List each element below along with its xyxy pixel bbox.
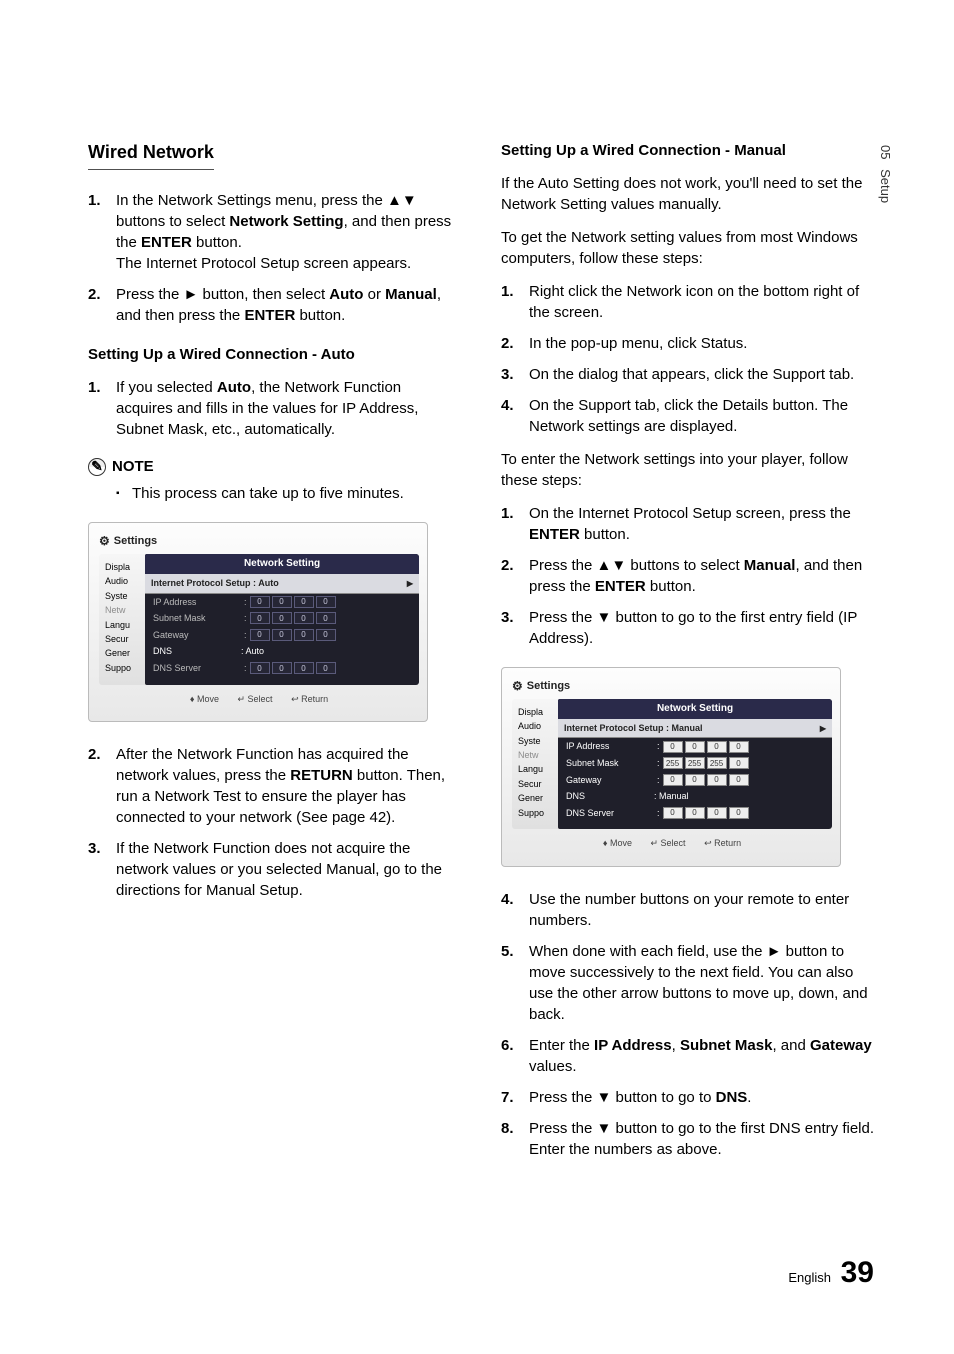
paragraph: To enter the Network settings into your …	[501, 449, 874, 491]
settings-window-auto: ⚙ Settings Displa Audio Syste Netw Langu…	[88, 522, 428, 722]
gear-icon: ⚙	[512, 678, 523, 695]
list-item: 7.Press the ▼ button to go to DNS.	[501, 1087, 874, 1108]
settings-window-manual: ⚙ Settings Displa Audio Syste Netw Langu…	[501, 667, 841, 867]
return-hint: ↩ Return	[291, 694, 328, 704]
note-text: This process can take up to five minutes…	[132, 483, 404, 504]
return-hint: ↩ Return	[704, 838, 741, 848]
gateway-row: Gateway: 0000	[558, 772, 832, 789]
list-item: 3.On the dialog that appears, click the …	[501, 364, 874, 385]
section-number: 05	[878, 145, 893, 159]
settings-panel: Network Setting Internet Protocol Setup …	[145, 554, 419, 685]
list-item: 1. In the Network Settings menu, press t…	[88, 190, 461, 274]
panel-footer: ♦ Move ↵ Select ↩ Return	[512, 829, 832, 850]
step-text: In the Network Settings menu, press the …	[116, 190, 461, 274]
section-label: Setup	[878, 169, 893, 203]
list-item: 1.Right click the Network icon on the bo…	[501, 281, 874, 323]
manual-subheading: Setting Up a Wired Connection - Manual	[501, 140, 874, 161]
settings-title: ⚙ Settings	[512, 678, 832, 695]
dns-server-row: DNS Server: 0000	[145, 660, 419, 677]
step-text: Press the ► button, then select Auto or …	[116, 284, 461, 326]
section-tab: 05 Setup	[876, 145, 894, 203]
note-label: NOTE	[112, 456, 154, 477]
note-body: ▪ This process can take up to five minut…	[116, 483, 461, 504]
select-hint: ↵ Select	[237, 694, 272, 704]
step-number: 2.	[88, 284, 116, 326]
move-hint: ♦ Move	[190, 694, 219, 704]
step-number: 1.	[88, 377, 116, 440]
ip-address-row: IP Address: 0000	[558, 738, 832, 755]
step-text: After the Network Function has acquired …	[116, 744, 461, 828]
dns-row: DNS : Manual	[558, 788, 832, 805]
note-heading: ✎ NOTE	[88, 456, 461, 477]
ip-setup-row[interactable]: Internet Protocol Setup : Manual ▶	[558, 719, 832, 739]
list-item: 3.Press the ▼ button to go to the first …	[501, 607, 874, 649]
select-hint: ↵ Select	[650, 838, 685, 848]
list-item: 8.Press the ▼ button to go to the first …	[501, 1118, 874, 1160]
list-item: 3. If the Network Function does not acqu…	[88, 838, 461, 901]
step-text: If you selected Auto, the Network Functi…	[116, 377, 461, 440]
gear-icon: ⚙	[99, 533, 110, 550]
list-item: 4.On the Support tab, click the Details …	[501, 395, 874, 437]
step-number: 2.	[88, 744, 116, 828]
paragraph: To get the Network setting values from m…	[501, 227, 874, 269]
list-item: 5.When done with each field, use the ► b…	[501, 941, 874, 1025]
list-item: 1.On the Internet Protocol Setup screen,…	[501, 503, 874, 545]
settings-sidebar: Displa Audio Syste Netw Langu Secur Gene…	[99, 554, 145, 685]
list-item: 2.In the pop-up menu, click Status.	[501, 333, 874, 354]
settings-sidebar: Displa Audio Syste Netw Langu Secur Gene…	[512, 699, 558, 830]
bullet-icon: ▪	[116, 487, 132, 504]
step-number: 1.	[88, 190, 116, 274]
panel-title: Network Setting	[558, 699, 832, 719]
page-number: 39	[841, 1256, 874, 1289]
settings-title: ⚙ Settings	[99, 533, 419, 550]
step-text: If the Network Function does not acquire…	[116, 838, 461, 901]
dns-row: DNS : Auto	[145, 643, 419, 660]
move-hint: ♦ Move	[603, 838, 632, 848]
step-number: 3.	[88, 838, 116, 901]
language-label: English	[788, 1270, 831, 1285]
list-item: 4.Use the number buttons on your remote …	[501, 889, 874, 931]
chevron-right-icon: ▶	[407, 578, 413, 589]
panel-title: Network Setting	[145, 554, 419, 574]
paragraph: If the Auto Setting does not work, you'l…	[501, 173, 874, 215]
ip-address-row: IP Address: 0000	[145, 594, 419, 611]
right-column: Setting Up a Wired Connection - Manual I…	[501, 140, 874, 1170]
ip-setup-row[interactable]: Internet Protocol Setup : Auto ▶	[145, 574, 419, 594]
list-item: 2.Press the ▲▼ buttons to select Manual,…	[501, 555, 874, 597]
chevron-right-icon: ▶	[820, 723, 826, 734]
list-item: 2. Press the ► button, then select Auto …	[88, 284, 461, 326]
wired-network-heading: Wired Network	[88, 140, 214, 170]
gateway-row: Gateway: 0000	[145, 627, 419, 644]
dns-server-row: DNS Server: 0000	[558, 805, 832, 822]
auto-subheading: Setting Up a Wired Connection - Auto	[88, 344, 461, 365]
left-column: Wired Network 1. In the Network Settings…	[88, 140, 461, 1170]
settings-panel: Network Setting Internet Protocol Setup …	[558, 699, 832, 830]
page-footer: English 39	[788, 1252, 874, 1294]
note-icon: ✎	[88, 458, 106, 476]
subnet-row: Subnet Mask: 0000	[145, 610, 419, 627]
list-item: 1. If you selected Auto, the Network Fun…	[88, 377, 461, 440]
list-item: 2. After the Network Function has acquir…	[88, 744, 461, 828]
list-item: 6.Enter the IP Address, Subnet Mask, and…	[501, 1035, 874, 1077]
panel-footer: ♦ Move ↵ Select ↩ Return	[99, 685, 419, 706]
subnet-row: Subnet Mask: 2552552550	[558, 755, 832, 772]
